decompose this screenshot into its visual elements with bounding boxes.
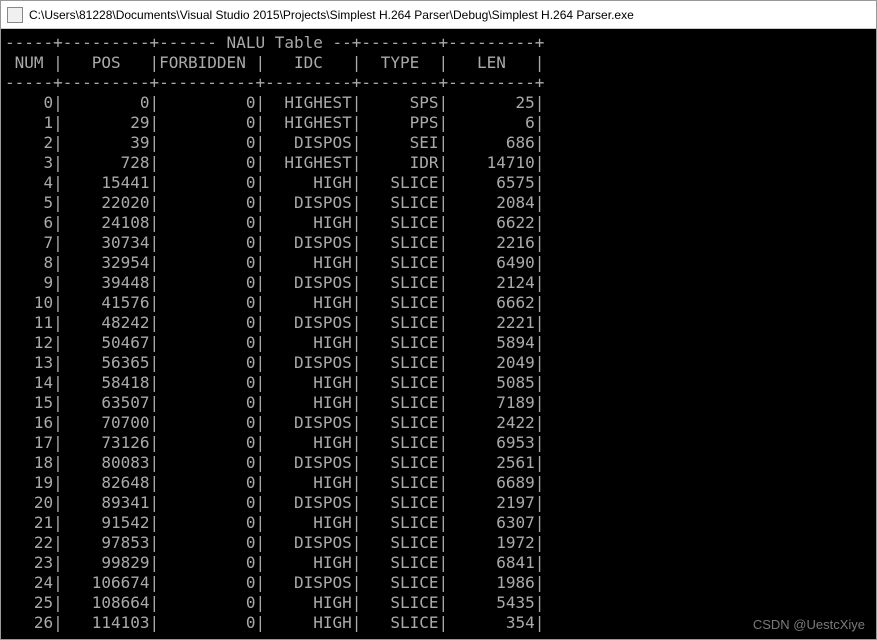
console-window: C:\Users\81228\Documents\Visual Studio 2… [0,0,877,640]
watermark-text: CSDN @UestcXiye [753,617,865,632]
console-output[interactable]: -----+---------+------ NALU Table --+---… [1,29,876,639]
app-icon [7,7,23,23]
titlebar[interactable]: C:\Users\81228\Documents\Visual Studio 2… [1,1,876,29]
window-title: C:\Users\81228\Documents\Visual Studio 2… [29,8,634,22]
